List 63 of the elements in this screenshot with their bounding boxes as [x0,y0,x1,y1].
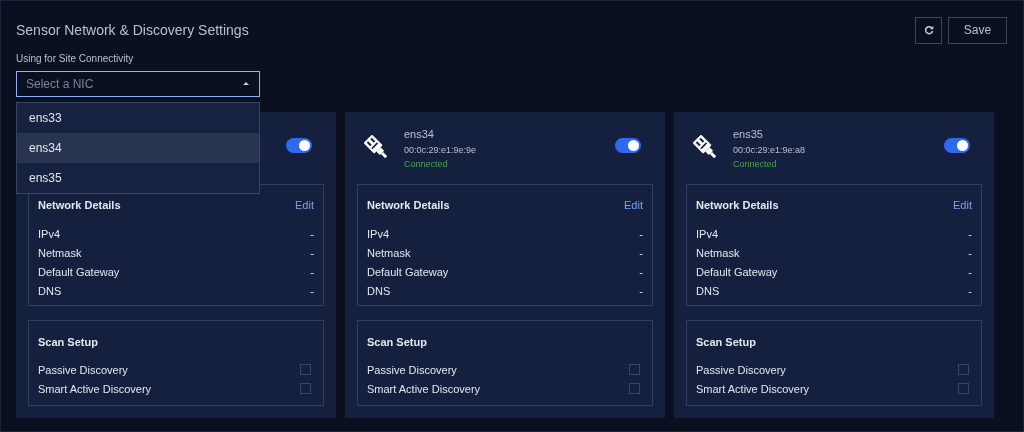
detail-value: - [310,284,314,297]
option-label: Passive Discovery [696,363,786,376]
refresh-icon [923,25,934,35]
detail-label: Netmask [38,246,82,259]
checkbox[interactable] [300,383,311,394]
detail-label: Netmask [367,246,411,259]
detail-value: - [310,227,314,240]
checkbox[interactable] [300,364,311,375]
detail-value: - [639,284,643,297]
mac-address: 00:0c:29:e1:9e:a8 [733,144,806,155]
section-title: Network Details [38,199,121,211]
nic-select-field[interactable]: Select a NIC [16,71,260,97]
field-label: Using for Site Connectivity [16,53,135,64]
detail-label: DNS [696,284,720,297]
refresh-button[interactable] [915,16,942,44]
detail-label: DNS [38,284,62,297]
detail-value: - [968,284,972,297]
checkbox[interactable] [629,383,640,394]
toggle-switch[interactable] [615,138,641,153]
checkbox[interactable] [958,364,969,375]
detail-label: Netmask [696,246,740,259]
nic-name: ens34 [404,127,434,140]
dropdown-item[interactable]: ens35 [17,163,259,193]
detail-label: Default Gateway [696,265,778,278]
option-label: Passive Discovery [38,363,128,376]
edit-link[interactable]: Edit [295,199,314,211]
option-label: Smart Active Discovery [38,382,152,395]
detail-value: - [639,227,643,240]
page-title: Sensor Network & Discovery Settings [16,22,249,38]
option-label: Passive Discovery [367,363,457,376]
detail-value: - [968,265,972,278]
detail-label: Default Gateway [367,265,449,278]
section-title: Network Details [696,199,779,211]
detail-label: IPv4 [696,227,718,240]
option-label: Smart Active Discovery [696,382,810,395]
section-title: Scan Setup [696,335,756,348]
detail-label: DNS [367,284,391,297]
mac-address: 00:0c:29:e1:9e:9e [404,144,477,155]
checkbox[interactable] [958,383,969,394]
detail-value: - [968,227,972,240]
section-title: Scan Setup [38,335,98,348]
toggle-switch[interactable] [944,138,970,153]
checkbox[interactable] [629,364,640,375]
edit-link[interactable]: Edit [624,199,643,211]
save-button[interactable]: Save [948,16,1007,44]
nic-name: ens35 [733,127,763,140]
option-label: Smart Active Discovery [367,382,481,395]
section-title: Network Details [367,199,450,211]
dropdown-item[interactable]: ens33 [17,103,259,133]
detail-label: IPv4 [38,227,60,240]
edit-link[interactable]: Edit [953,199,972,211]
section-title: Scan Setup [367,335,427,348]
toggle-switch[interactable] [286,138,312,153]
detail-value: - [310,265,314,278]
detail-value: - [968,246,972,259]
dropdown-item[interactable]: ens34 [17,133,259,163]
connection-status: Connected [733,158,777,169]
detail-label: IPv4 [367,227,389,240]
detail-label: Default Gateway [38,265,120,278]
detail-value: - [639,246,643,259]
detail-value: - [310,246,314,259]
connection-status: Connected [404,158,448,169]
detail-value: - [639,265,643,278]
